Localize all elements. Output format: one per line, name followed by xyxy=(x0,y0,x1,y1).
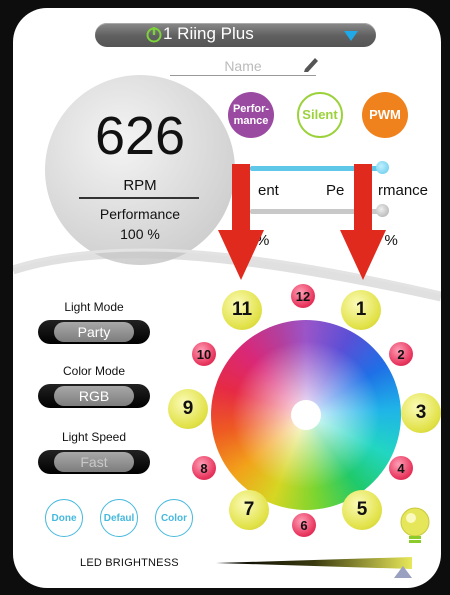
performance-button[interactable]: Perfor-mance xyxy=(228,92,274,138)
arrow-down-icon xyxy=(340,164,386,280)
led-11[interactable]: 11 xyxy=(222,290,262,330)
color-mode-selector[interactable]: RGB xyxy=(38,384,150,408)
led-brightness-handle[interactable] xyxy=(394,566,412,578)
led-3[interactable]: 3 xyxy=(401,393,441,433)
arrow-down-icon xyxy=(218,164,264,280)
device-selector[interactable]: 1 Riing Plus xyxy=(95,23,376,47)
name-field[interactable]: Name xyxy=(170,58,316,76)
silent-button[interactable]: Silent xyxy=(297,92,343,138)
light-speed-selector[interactable]: Fast xyxy=(38,450,150,474)
led-10[interactable]: 10 xyxy=(192,342,216,366)
led-8[interactable]: 8 xyxy=(192,456,216,480)
light-mode-label: Light Mode xyxy=(64,300,124,314)
divider xyxy=(79,197,199,199)
device-title: 1 Riing Plus xyxy=(163,24,254,43)
led-brightness-label: LED BRIGHTNESS xyxy=(80,557,179,569)
light-speed-label: Light Speed xyxy=(61,430,127,444)
color-wheel[interactable] xyxy=(211,320,401,510)
chevron-down-icon[interactable] xyxy=(344,31,358,41)
led-12[interactable]: 12 xyxy=(291,284,315,308)
power-icon xyxy=(146,27,162,43)
done-button[interactable]: Done xyxy=(45,499,83,537)
pwm-button[interactable]: PWM xyxy=(362,92,408,138)
performance-label-2: mance xyxy=(233,115,269,127)
pencil-icon[interactable] xyxy=(302,56,320,72)
rpm-mode: Performance xyxy=(99,206,181,222)
led-4[interactable]: 4 xyxy=(389,456,413,480)
performance-label-1: Perfor- xyxy=(232,103,270,115)
led-1[interactable]: 1 xyxy=(341,290,381,330)
color-mode-label: Color Mode xyxy=(62,364,126,378)
rpm-unit: RPM xyxy=(123,177,157,194)
led-7[interactable]: 7 xyxy=(229,490,269,530)
light-mode-value: Party xyxy=(54,322,134,342)
rpm-value: 626 xyxy=(94,106,186,166)
wheel-center xyxy=(291,400,321,430)
color-button[interactable]: Color xyxy=(155,499,193,537)
light-mode-selector[interactable]: Party xyxy=(38,320,150,344)
led-5[interactable]: 5 xyxy=(342,490,382,530)
color-mode-value: RGB xyxy=(54,386,134,406)
led-brightness-slider[interactable] xyxy=(216,557,412,569)
default-button[interactable]: Defaul xyxy=(100,499,138,537)
bulb-icon xyxy=(400,507,430,543)
led-9[interactable]: 9 xyxy=(168,389,208,429)
light-speed-value: Fast xyxy=(54,452,134,472)
led-6[interactable]: 6 xyxy=(292,513,316,537)
led-2[interactable]: 2 xyxy=(389,342,413,366)
